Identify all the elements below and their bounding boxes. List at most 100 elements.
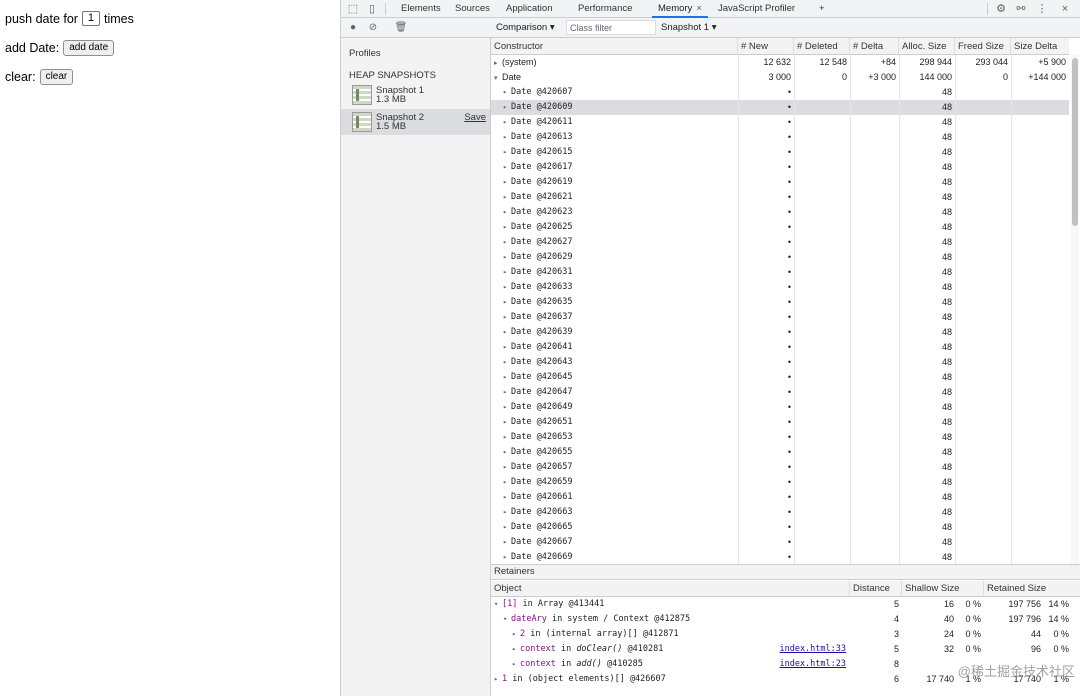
table-row[interactable]: ▸ Date @420647 • 48 — [491, 385, 1069, 400]
collapsed-triangle-icon[interactable]: ▸ — [503, 475, 511, 490]
table-row[interactable]: ▸ Date @420663 • 48 — [491, 505, 1069, 520]
collapsed-triangle-icon[interactable]: ▸ — [503, 370, 511, 385]
tab-performance[interactable]: Performance — [572, 0, 638, 18]
tab-application[interactable]: Application — [500, 0, 558, 18]
collapsed-triangle-icon[interactable]: ▸ — [503, 400, 511, 415]
collapsed-triangle-icon[interactable]: ▸ — [503, 250, 511, 265]
clear-button[interactable]: clear — [39, 69, 74, 85]
table-row[interactable]: ▸ Date @420609 • 48 — [491, 100, 1069, 115]
close-devtools-icon[interactable]: × — [1058, 2, 1072, 16]
collapsed-triangle-icon[interactable]: ▸ — [503, 115, 511, 130]
device-toolbar-icon[interactable]: ▯ — [365, 2, 379, 16]
retainer-row[interactable]: ▾ dateAry in system / Context @412875 4 40 0… — [491, 612, 1080, 627]
collapsed-triangle-icon[interactable]: ▸ — [503, 130, 511, 145]
table-row[interactable]: ▸ Date @420607 • 48 — [491, 85, 1069, 100]
retainer-row[interactable]: ▾ [1] in Array @413441 5 16 0 % 197 756 14 % — [491, 597, 1080, 612]
trash-icon[interactable]: 🗑 — [394, 21, 408, 35]
table-row[interactable]: ▸ Date @420657 • 48 — [491, 460, 1069, 475]
table-row[interactable]: ▸ Date @420641 • 48 — [491, 340, 1069, 355]
table-row[interactable]: ▸ Date @420615 • 48 — [491, 145, 1069, 160]
table-row[interactable]: ▸ Date @420629 • 48 — [491, 250, 1069, 265]
retainer-row[interactable]: ▸ 2 in (internal array)[] @412871 3 24 0 % 44… — [491, 627, 1080, 642]
table-row[interactable]: ▸ Date @420669 • 48 — [491, 550, 1069, 564]
new-tab-button[interactable]: + — [813, 0, 831, 18]
gear-icon[interactable]: ⚙ — [994, 2, 1008, 16]
table-scrollbar-thumb[interactable] — [1072, 58, 1078, 226]
collapsed-triangle-icon[interactable]: ▸ — [503, 310, 511, 325]
column-header-constructor[interactable]: Constructor — [491, 38, 738, 55]
table-row[interactable]: ▸ Date @420645 • 48 — [491, 370, 1069, 385]
column-header-size-delta[interactable]: Size Delta — [1011, 38, 1069, 55]
table-row[interactable]: ▸ Date @420611 • 48 — [491, 115, 1069, 130]
inspect-element-icon[interactable]: ⬚ — [346, 2, 360, 16]
collapsed-triangle-icon[interactable]: ▸ — [503, 100, 511, 115]
view-mode-select[interactable]: Comparison ▾ — [496, 21, 555, 35]
collapsed-triangle-icon[interactable]: ▸ — [503, 340, 511, 355]
record-icon[interactable]: ● — [346, 21, 360, 35]
close-icon[interactable]: × — [696, 3, 702, 14]
collapsed-triangle-icon[interactable]: ▸ — [503, 505, 511, 520]
class-filter-input[interactable] — [566, 20, 656, 35]
tab-javascript-profiler[interactable]: JavaScript Profiler — [712, 0, 801, 18]
table-row[interactable]: ▸ Date @420619 • 48 — [491, 175, 1069, 190]
column-header-delta[interactable]: # Delta — [850, 38, 899, 55]
column-header-distance[interactable]: Distance — [850, 581, 902, 597]
column-header-retained-size[interactable]: Retained Size — [984, 581, 1080, 597]
collapsed-triangle-icon[interactable]: ▸ — [494, 672, 502, 687]
table-row[interactable]: ▸ Date @420643 • 48 — [491, 355, 1069, 370]
collapsed-triangle-icon[interactable]: ▸ — [503, 220, 511, 235]
tab-sources[interactable]: Sources — [449, 0, 496, 18]
column-header-deleted[interactable]: # Deleted — [794, 38, 850, 55]
table-row[interactable]: ▸ Date @420639 • 48 — [491, 325, 1069, 340]
table-row[interactable]: ▾ Date 3 000 0 +3 000 144 000 0 +144 000 — [491, 70, 1069, 85]
collapsed-triangle-icon[interactable]: ▸ — [503, 145, 511, 160]
table-row[interactable]: ▸ Date @420631 • 48 — [491, 265, 1069, 280]
table-row[interactable]: ▸ Date @420633 • 48 — [491, 280, 1069, 295]
collapsed-triangle-icon[interactable]: ▸ — [503, 490, 511, 505]
save-snapshot-link[interactable]: Save — [464, 112, 486, 123]
table-row[interactable]: ▸ Date @420621 • 48 — [491, 190, 1069, 205]
collapsed-triangle-icon[interactable]: ▸ — [503, 550, 511, 564]
column-header-freed-size[interactable]: Freed Size — [955, 38, 1011, 55]
expanded-triangle-icon[interactable]: ▾ — [503, 612, 511, 627]
column-header-object[interactable]: Object — [491, 581, 850, 597]
column-header-shallow-size[interactable]: Shallow Size — [902, 581, 984, 597]
collapsed-triangle-icon[interactable]: ▸ — [494, 56, 502, 70]
baseline-snapshot-select[interactable]: Snapshot 1 ▾ — [661, 21, 717, 35]
retainer-row[interactable]: ▸ context in doClear() @410281 index.html:… — [491, 642, 1080, 657]
collapsed-triangle-icon[interactable]: ▸ — [503, 280, 511, 295]
more-options-icon[interactable]: ⋮ — [1035, 2, 1049, 16]
collapsed-triangle-icon[interactable]: ▸ — [503, 385, 511, 400]
push-count-input[interactable]: 1 — [81, 11, 100, 26]
column-header-new[interactable]: # New — [738, 38, 794, 55]
column-header-alloc-size[interactable]: Alloc. Size — [899, 38, 955, 55]
table-row[interactable]: ▸ Date @420661 • 48 — [491, 490, 1069, 505]
collapsed-triangle-icon[interactable]: ▸ — [503, 190, 511, 205]
collapsed-triangle-icon[interactable]: ▸ — [503, 415, 511, 430]
table-row[interactable]: ▸ Date @420653 • 48 — [491, 430, 1069, 445]
tab-memory[interactable]: Memory × — [652, 0, 708, 18]
collapsed-triangle-icon[interactable]: ▸ — [503, 355, 511, 370]
collapsed-triangle-icon[interactable]: ▸ — [503, 235, 511, 250]
collapsed-triangle-icon[interactable]: ▸ — [503, 460, 511, 475]
collapsed-triangle-icon[interactable]: ▸ — [503, 160, 511, 175]
expanded-triangle-icon[interactable]: ▾ — [494, 71, 502, 85]
table-row[interactable]: ▸ Date @420613 • 48 — [491, 130, 1069, 145]
table-row[interactable]: ▸ Date @420651 • 48 — [491, 415, 1069, 430]
collapsed-triangle-icon[interactable]: ▸ — [503, 520, 511, 535]
table-row[interactable]: ▸ Date @420659 • 48 — [491, 475, 1069, 490]
collapsed-triangle-icon[interactable]: ▸ — [503, 295, 511, 310]
collapsed-triangle-icon[interactable]: ▸ — [503, 175, 511, 190]
table-row[interactable]: ▸ Date @420649 • 48 — [491, 400, 1069, 415]
table-row[interactable]: ▸ (system) 12 632 12 548 +84 298 944 293 044 +5… — [491, 55, 1069, 70]
collapsed-triangle-icon[interactable]: ▸ — [503, 325, 511, 340]
snapshot-item-1[interactable]: Snapshot 1 1.3 MB — [341, 82, 490, 108]
add-date-button[interactable]: add date — [63, 40, 115, 56]
table-row[interactable]: ▸ Date @420637 • 48 — [491, 310, 1069, 325]
collapsed-triangle-icon[interactable]: ▸ — [503, 265, 511, 280]
expanded-triangle-icon[interactable]: ▾ — [494, 597, 502, 612]
collapsed-triangle-icon[interactable]: ▸ — [503, 430, 511, 445]
table-row[interactable]: ▸ Date @420623 • 48 — [491, 205, 1069, 220]
source-link[interactable]: index.html:23 — [771, 657, 846, 672]
table-row[interactable]: ▸ Date @420667 • 48 — [491, 535, 1069, 550]
